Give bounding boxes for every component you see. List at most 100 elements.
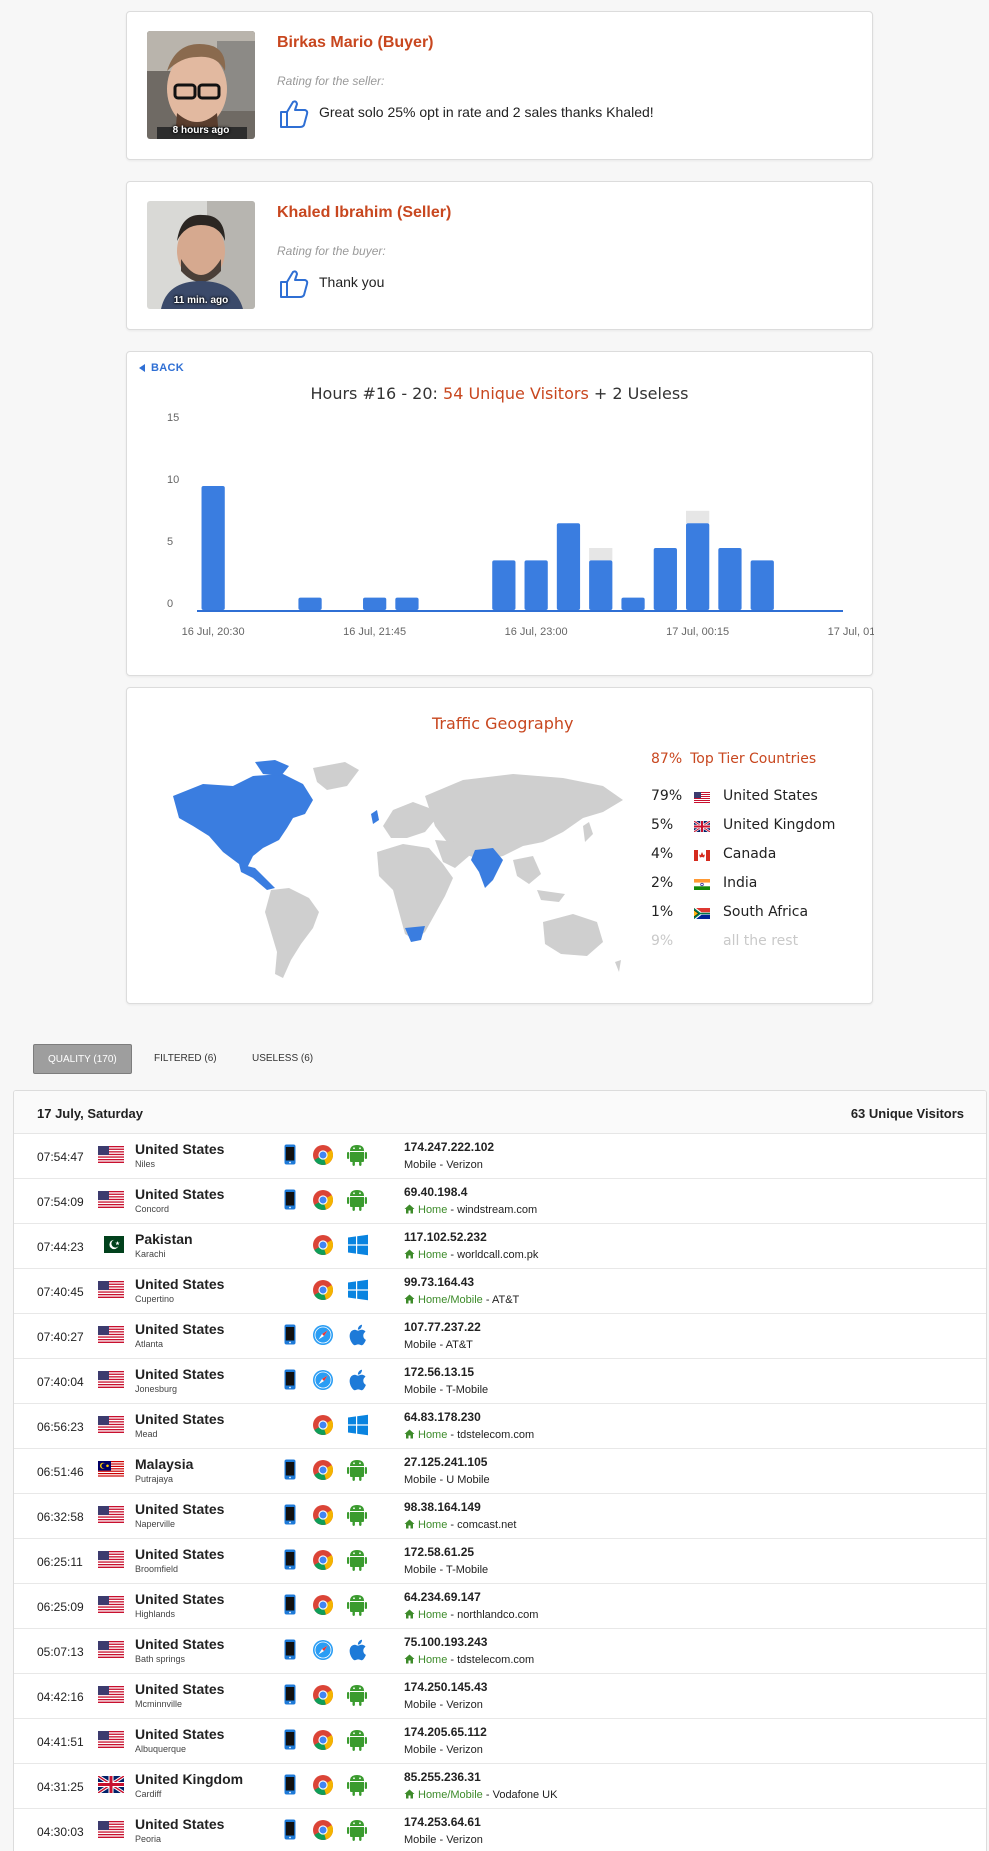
connection-type: Home — [418, 1654, 448, 1666]
visitor-isp-line: Home - northlandco.com — [404, 1609, 538, 1622]
geo-pct: 1% — [651, 904, 674, 920]
buyer-avatar: 8 hours ago — [147, 31, 255, 139]
visitor-ip[interactable]: 99.73.164.43 — [404, 1275, 474, 1289]
tab-quality[interactable]: QUALITY (170) — [33, 1044, 132, 1074]
table-row[interactable]: 06:56:23 United States Mead 64.83.178.230 Ho… — [14, 1404, 986, 1449]
us-flag-icon — [98, 1551, 124, 1573]
visitor-ip[interactable]: 172.56.13.15 — [404, 1365, 474, 1379]
visitor-ip[interactable]: 174.205.65.112 — [404, 1725, 487, 1739]
windows-icon — [347, 1234, 369, 1261]
apple-icon — [347, 1324, 367, 1351]
top-tier-pct: 87% — [651, 751, 683, 767]
review-time-ago: 11 min. ago — [173, 295, 229, 306]
hourly-chart-card: BACK Hours #16 - 20: 54 Unique Visitors … — [126, 351, 874, 676]
android-icon — [347, 1189, 367, 1216]
us-flag-icon — [98, 1371, 124, 1393]
table-row[interactable]: 05:07:13 United States Bath springs 75.100.… — [14, 1629, 986, 1674]
uk-flag-icon — [97, 1774, 125, 1798]
mobile-phone-icon — [284, 1774, 296, 1800]
visitor-ip[interactable]: 174.247.222.102 — [404, 1140, 494, 1154]
useless-bar — [686, 510, 710, 524]
table-row[interactable]: 07:54:09 United States Concord 69.40.198.4 H… — [14, 1179, 986, 1224]
top-tier-label: Top Tier Countries — [690, 751, 817, 767]
canada-flag-icon — [694, 849, 710, 865]
table-row[interactable]: 06:51:46 Malaysia Putrajaya 27.125.241.105 M… — [14, 1449, 986, 1494]
isp-name: AT&T — [445, 1339, 473, 1351]
visitor-isp-line: Home/Mobile - Vodafone UK — [404, 1789, 557, 1802]
geo-rest-label: all the rest — [723, 933, 799, 949]
x-tick-label: 17 Jul, 00:15 — [666, 626, 729, 638]
visit-time: 04:41:51 — [37, 1735, 84, 1749]
visitor-isp-line: Mobile - Verizon — [404, 1744, 483, 1756]
table-row[interactable]: 07:40:27 United States Atlanta 107.77.237.2… — [14, 1314, 986, 1359]
rating-label: Rating for the seller: — [277, 74, 385, 88]
visitor-ip[interactable]: 174.250.145.43 — [404, 1680, 487, 1694]
table-row[interactable]: 06:25:09 United States Highlands 64.234.69.… — [14, 1584, 986, 1629]
visit-time: 06:51:46 — [37, 1465, 84, 1479]
visit-time: 07:54:09 — [37, 1195, 84, 1209]
visitors-bar — [363, 597, 387, 610]
mobile-phone-icon — [284, 1594, 296, 1620]
connection-type: Home — [418, 1519, 448, 1531]
geo-title: Traffic Geography — [432, 714, 574, 733]
visitor-ip[interactable]: 172.58.61.25 — [404, 1545, 474, 1559]
visitors-bar — [298, 597, 322, 610]
visitors-table: 17 July, Saturday 63 Unique Visitors 07:… — [13, 1090, 987, 1851]
table-row[interactable]: 07:54:47 United States Niles 174.247.222.10… — [14, 1134, 986, 1179]
visitor-ip[interactable]: 64.83.178.230 — [404, 1410, 481, 1424]
visitor-ip[interactable]: 117.102.52.232 — [404, 1230, 487, 1244]
reviewer-name[interactable]: Birkas Mario (Buyer) — [277, 34, 434, 52]
visitor-ip[interactable]: 174.253.64.61 — [404, 1815, 481, 1829]
visitors-bar — [686, 523, 710, 610]
visit-time: 07:44:23 — [37, 1240, 84, 1254]
table-row[interactable]: 04:30:03 United States Peoria 174.253.64.61… — [14, 1809, 986, 1851]
visitor-ip[interactable]: 75.100.193.243 — [404, 1635, 487, 1649]
chrome-icon — [312, 1414, 334, 1441]
table-row[interactable]: 06:32:58 United States Naperville 98.38.164… — [14, 1494, 986, 1539]
visitor-country: United States — [135, 1366, 225, 1382]
home-icon — [404, 1429, 415, 1442]
useless-bar — [589, 548, 613, 561]
visitor-country: Pakistan — [135, 1231, 193, 1247]
visitor-ip[interactable]: 98.38.164.149 — [404, 1500, 481, 1514]
reviewer-name[interactable]: Khaled Ibrahim (Seller) — [277, 204, 451, 222]
visitor-ip[interactable]: 107.77.237.22 — [404, 1320, 481, 1334]
mobile-phone-icon — [284, 1549, 296, 1575]
visitors-bar — [621, 597, 645, 610]
table-row[interactable]: 04:41:51 United States Albuquerque 174.205.… — [14, 1719, 986, 1764]
visitor-city: Highlands — [135, 1609, 176, 1619]
table-row[interactable]: 07:40:45 United States Cupertino 99.73.164.… — [14, 1269, 986, 1314]
traffic-geography-card: Traffic Geography 87% Top Tier Countries… — [126, 687, 873, 1004]
tab-filtered[interactable]: FILTERED (6) — [140, 1044, 231, 1074]
table-row[interactable]: 07:40:04 United States Jonesburg 172.56.13.… — [14, 1359, 986, 1404]
visitor-ip[interactable]: 69.40.198.4 — [404, 1185, 467, 1199]
table-row[interactable]: 04:42:16 United States Mcminnville 174.250.… — [14, 1674, 986, 1719]
isp-name: AT&T — [491, 1294, 520, 1306]
review-comment: Thank you — [319, 274, 385, 290]
visitor-city: Mead — [135, 1429, 158, 1439]
visitor-ip[interactable]: 27.125.241.105 — [404, 1455, 487, 1469]
table-row[interactable]: 07:44:23 Pakistan Karachi 117.102.52.232 Hom… — [14, 1224, 986, 1269]
visitor-ip[interactable]: 85.255.236.31 — [404, 1770, 481, 1784]
isp-name: Verizon — [446, 1699, 483, 1711]
chrome-icon — [312, 1234, 334, 1261]
isp-name: northlandco.com — [457, 1609, 539, 1621]
isp-name: comcast.net — [457, 1519, 517, 1531]
table-row[interactable]: 04:31:25 United Kingdom Cardiff 85.255.236.… — [14, 1764, 986, 1809]
visit-time: 07:40:04 — [37, 1375, 84, 1389]
connection-type: Home — [418, 1204, 448, 1216]
visitor-city: Naperville — [135, 1519, 176, 1529]
chrome-icon — [312, 1684, 334, 1711]
isp-name: tdstelecom.com — [457, 1429, 535, 1441]
table-row[interactable]: 06:25:11 United States Broomfield 172.58.61… — [14, 1539, 986, 1584]
visitor-city: Karachi — [135, 1249, 166, 1259]
connection-type: Mobile — [404, 1384, 437, 1396]
x-tick-label: 16 Jul, 23:00 — [505, 626, 568, 638]
android-icon — [347, 1594, 367, 1621]
connection-type: Mobile — [404, 1699, 437, 1711]
visitor-isp-line: Home - windstream.com — [404, 1204, 537, 1217]
visitor-ip[interactable]: 64.234.69.147 — [404, 1590, 481, 1604]
tab-useless[interactable]: USELESS (6) — [238, 1044, 327, 1074]
visitors-bar — [556, 523, 581, 610]
connection-type: Home — [418, 1429, 448, 1441]
